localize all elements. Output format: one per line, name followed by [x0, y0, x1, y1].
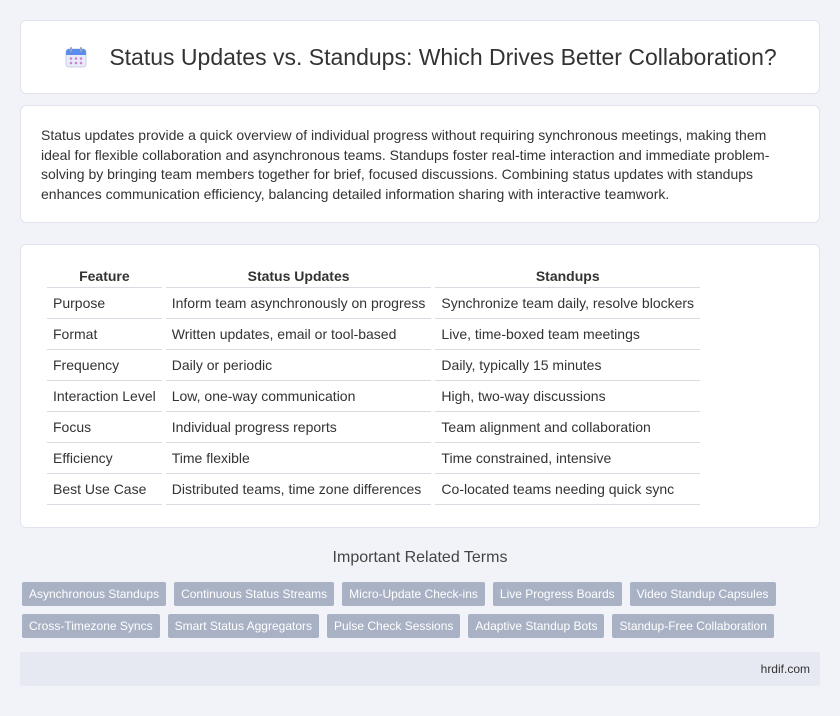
term-tag[interactable]: Asynchronous Standups	[22, 582, 167, 606]
column-header-feature: Feature	[47, 265, 162, 288]
table-cell: Time flexible	[165, 443, 432, 474]
table-cell: Individual progress reports	[165, 412, 432, 443]
term-tag[interactable]: Standup-Free Collaboration	[612, 614, 774, 638]
table-cell: Purpose	[47, 288, 162, 319]
footer: hrdif.com	[20, 652, 820, 686]
comparison-table: Feature Status Updates Standups Purpose …	[43, 265, 704, 505]
table-cell: Daily or periodic	[165, 350, 432, 381]
term-tag[interactable]: Pulse Check Sessions	[327, 614, 461, 638]
table-cell: Efficiency	[47, 443, 162, 474]
table-cell: Frequency	[47, 350, 162, 381]
table-cell: Format	[47, 319, 162, 350]
title-card: Status Updates vs. Standups: Which Drive…	[20, 20, 820, 94]
table-cell: Low, one-way communication	[165, 381, 432, 412]
table-cell: Team alignment and collaboration	[435, 412, 701, 443]
table-cell: Time constrained, intensive	[435, 443, 701, 474]
table-cell: Focus	[47, 412, 162, 443]
term-tag[interactable]: Live Progress Boards	[492, 582, 622, 606]
table-row: Efficiency Time flexible Time constraine…	[47, 443, 701, 474]
term-tag[interactable]: Video Standup Capsules	[629, 582, 776, 606]
table-cell: Written updates, email or tool-based	[165, 319, 432, 350]
table-cell: Live, time-boxed team meetings	[435, 319, 701, 350]
table-row: Purpose Inform team asynchronously on pr…	[47, 288, 701, 319]
page-title: Status Updates vs. Standups: Which Drive…	[109, 43, 777, 70]
term-tag[interactable]: Smart Status Aggregators	[167, 614, 319, 638]
term-tag[interactable]: Continuous Status Streams	[174, 582, 335, 606]
intro-card: Status updates provide a quick overview …	[20, 105, 820, 223]
table-cell: Best Use Case	[47, 474, 162, 505]
related-terms-title: Important Related Terms	[332, 549, 508, 566]
table-row: Frequency Daily or periodic Daily, typic…	[47, 350, 701, 381]
calendar-icon	[63, 44, 89, 70]
table-row: Interaction Level Low, one-way communica…	[47, 381, 701, 412]
table-cell: Distributed teams, time zone differences	[165, 474, 432, 505]
table-row: Format Written updates, email or tool-ba…	[47, 319, 701, 350]
column-header-status-updates: Status Updates	[165, 265, 432, 288]
footer-site-link[interactable]: hrdif.com	[761, 662, 810, 676]
term-tag[interactable]: Micro-Update Check-ins	[342, 582, 485, 606]
term-tag[interactable]: Cross-Timezone Syncs	[22, 614, 160, 638]
comparison-table-card: Feature Status Updates Standups Purpose …	[20, 244, 820, 528]
table-cell: Inform team asynchronously on progress	[165, 288, 432, 319]
table-cell: Daily, typically 15 minutes	[435, 350, 701, 381]
table-row: Focus Individual progress reports Team a…	[47, 412, 701, 443]
term-tag[interactable]: Adaptive Standup Bots	[468, 614, 605, 638]
intro-text: Status updates provide a quick overview …	[41, 127, 770, 202]
related-terms: Asynchronous Standups Continuous Status …	[22, 582, 822, 646]
table-cell: Synchronize team daily, resolve blockers	[435, 288, 701, 319]
table-row: Best Use Case Distributed teams, time zo…	[47, 474, 701, 505]
table-cell: Interaction Level	[47, 381, 162, 412]
tag-row: Cross-Timezone Syncs Smart Status Aggreg…	[22, 614, 822, 638]
table-cell: Co-located teams needing quick sync	[435, 474, 701, 505]
table-header-row: Feature Status Updates Standups	[47, 265, 701, 288]
tag-row: Asynchronous Standups Continuous Status …	[22, 582, 822, 606]
column-header-standups: Standups	[435, 265, 701, 288]
table-cell: High, two-way discussions	[435, 381, 701, 412]
